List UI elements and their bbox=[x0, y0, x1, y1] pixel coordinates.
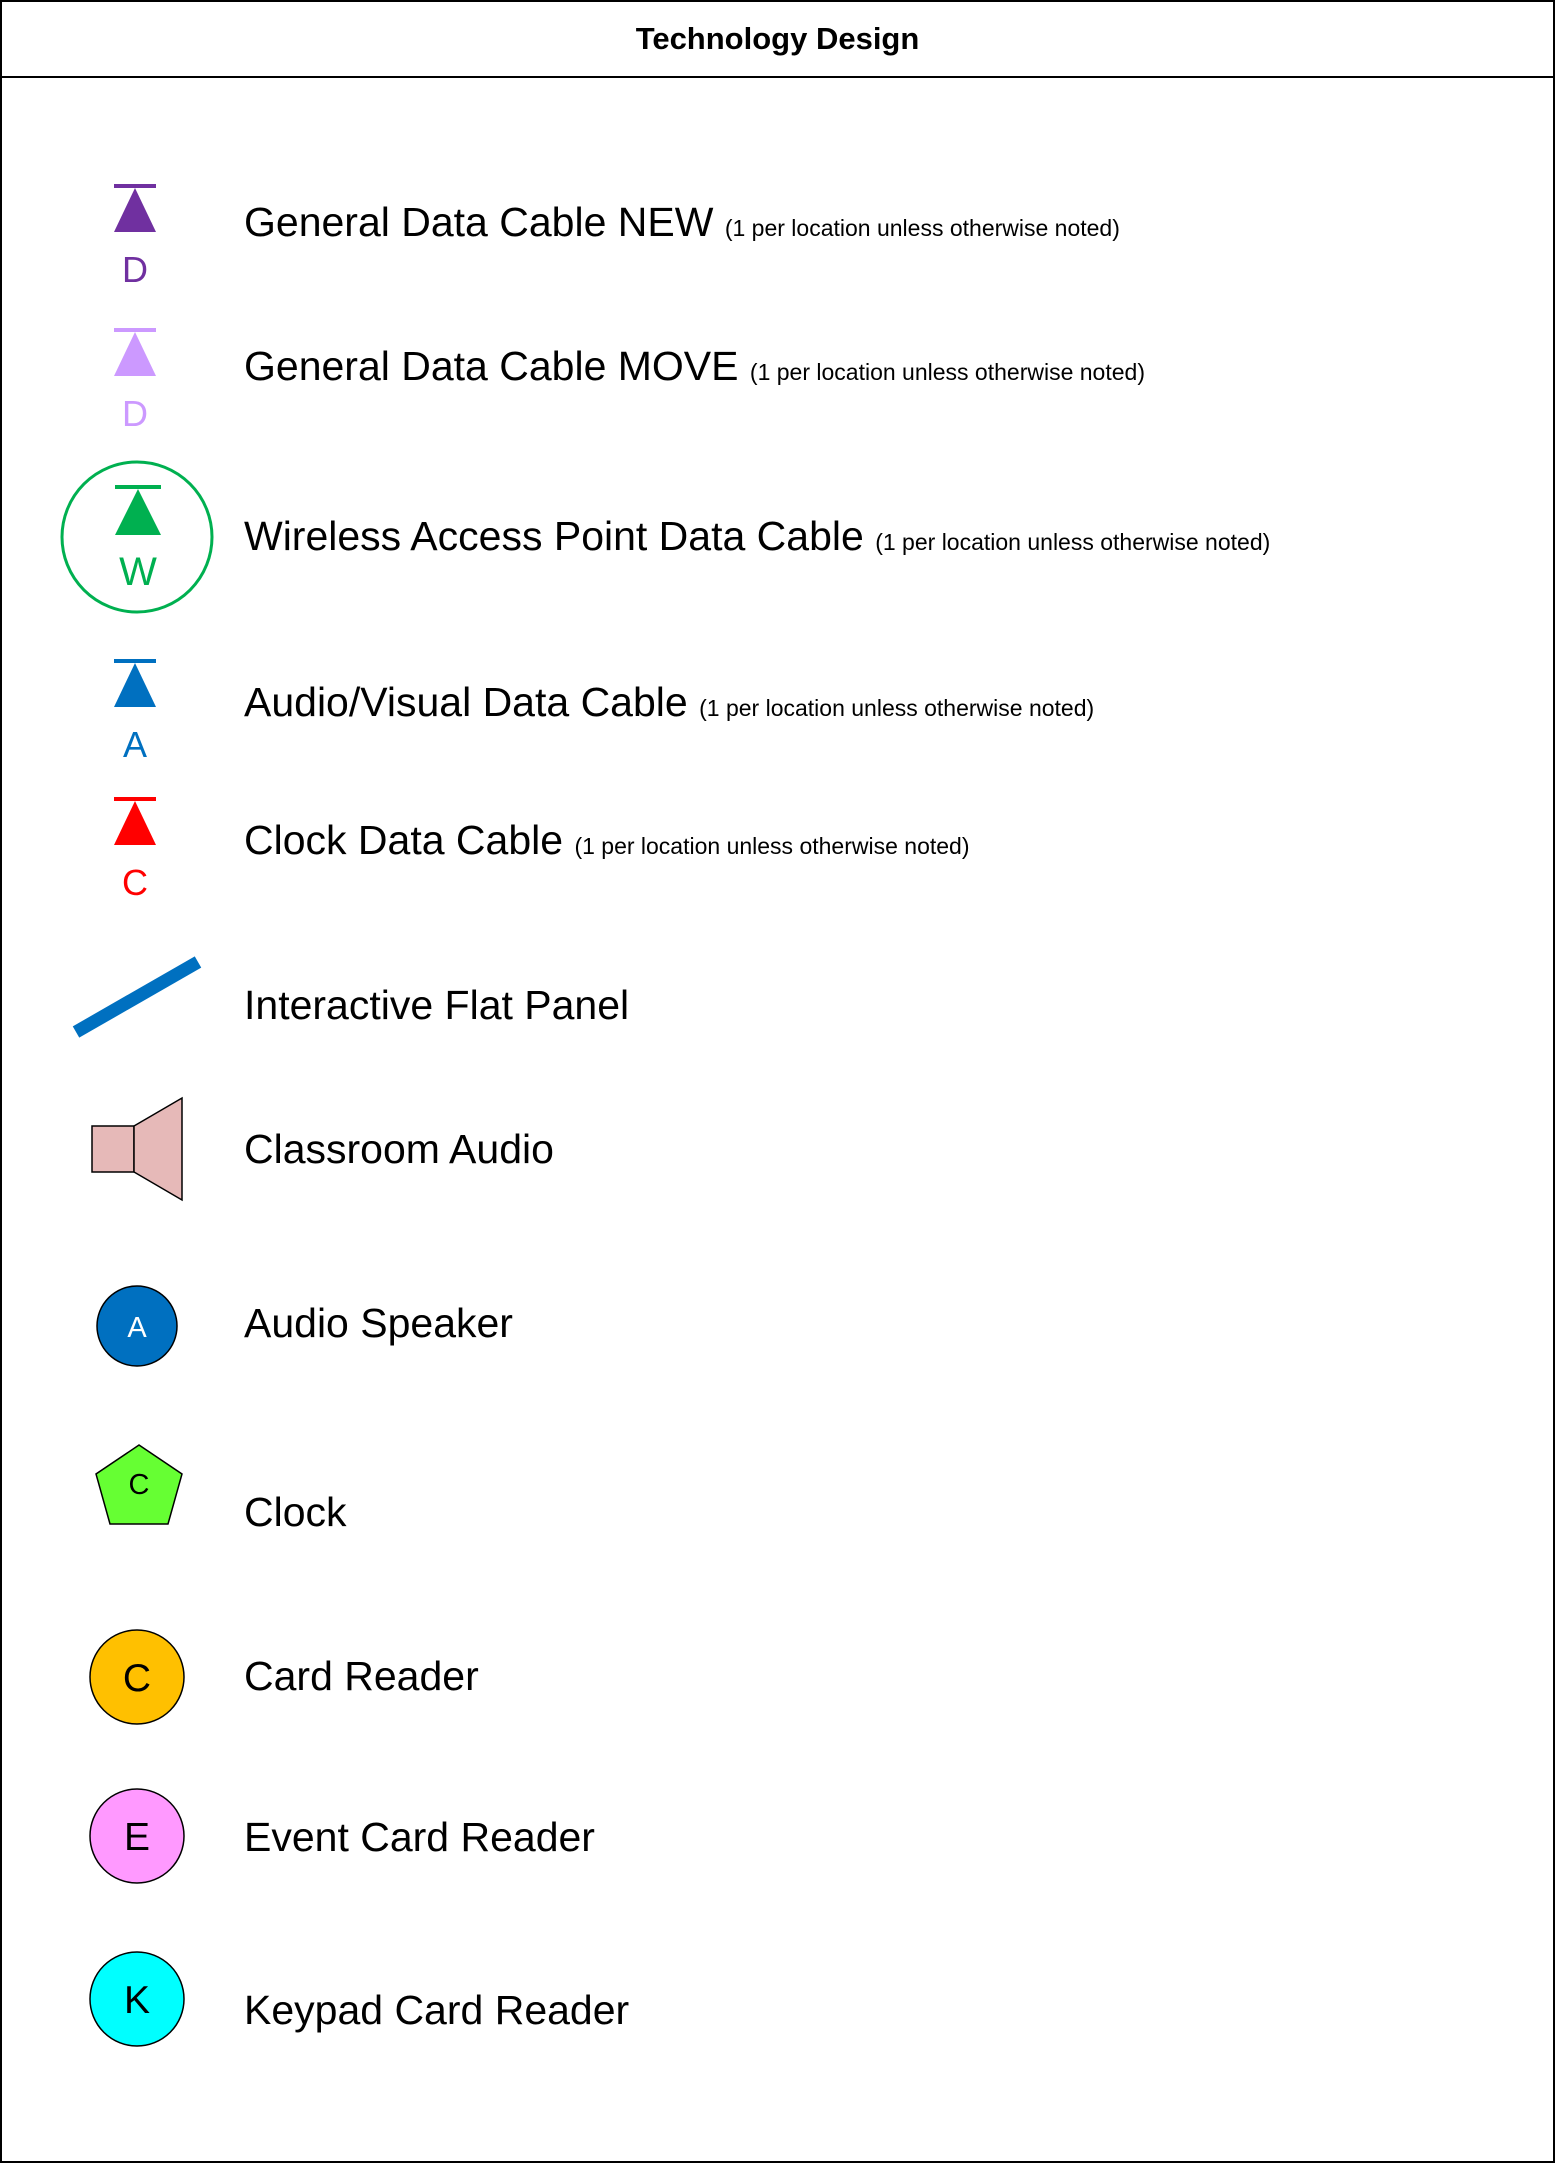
symbol-letter: D bbox=[122, 249, 148, 290]
flat-panel-icon bbox=[72, 956, 202, 1038]
symbol-letter: K bbox=[124, 1979, 150, 2022]
symbol-letter: W bbox=[119, 550, 157, 594]
symbol-letter: A bbox=[123, 724, 147, 765]
symbol-letter: E bbox=[124, 1816, 150, 1859]
data-cable-move-icon: D bbox=[114, 328, 156, 434]
legend-frame: Technology Design D General Data Cable N… bbox=[0, 0, 1555, 2163]
data-cable-new-icon: D bbox=[114, 184, 156, 290]
event-card-reader-icon: E bbox=[89, 1788, 185, 1884]
audio-speaker-icon: A bbox=[96, 1285, 178, 1367]
card-reader-icon: C bbox=[89, 1629, 185, 1725]
clock-pentagon-icon: C bbox=[95, 1444, 183, 1525]
clock-data-cable-icon: C bbox=[114, 797, 156, 903]
legend-item-label: General Data Cable NEW (1 per location u… bbox=[244, 199, 1120, 245]
legend-item-label: Audio Speaker bbox=[244, 1300, 513, 1346]
legend-item-label: Clock bbox=[244, 1489, 347, 1535]
legend-item-label: Event Card Reader bbox=[244, 1814, 595, 1860]
symbol-letter: D bbox=[122, 393, 148, 434]
legend-item-label: General Data Cable MOVE (1 per location … bbox=[244, 343, 1145, 389]
speaker-horn-icon bbox=[91, 1096, 183, 1202]
legend-item-label: Interactive Flat Panel bbox=[244, 982, 630, 1028]
symbol-letter: A bbox=[127, 1312, 147, 1344]
symbol-letter: C bbox=[123, 1657, 151, 1700]
keypad-card-reader-icon: K bbox=[89, 1951, 185, 2047]
legend-item-label: Audio/Visual Data Cable (1 per location … bbox=[244, 679, 1095, 725]
legend-item-label: Classroom Audio bbox=[244, 1126, 554, 1172]
legend-item-label: Keypad Card Reader bbox=[244, 1987, 630, 2033]
symbol-letter: C bbox=[129, 1469, 150, 1501]
page-title: Technology Design bbox=[2, 2, 1553, 78]
legend-item-label: Wireless Access Point Data Cable (1 per … bbox=[244, 513, 1271, 559]
legend-item-label: Card Reader bbox=[244, 1653, 479, 1699]
av-data-cable-icon: A bbox=[114, 659, 156, 765]
symbol-letter: C bbox=[122, 862, 148, 903]
legend-item-label: Clock Data Cable (1 per location unless … bbox=[244, 817, 970, 863]
wireless-access-point-icon: W bbox=[60, 460, 214, 614]
